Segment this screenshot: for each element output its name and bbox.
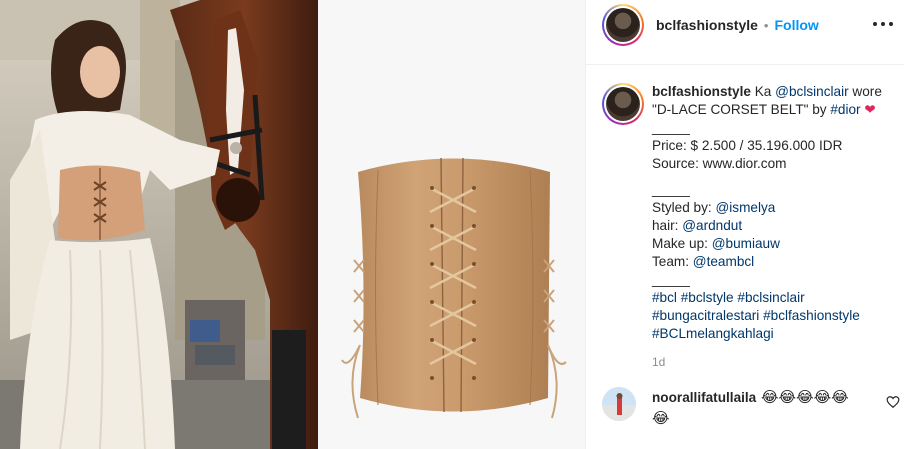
hashtags-line-2[interactable]: #bungacitralestari #bclfashionstyle bbox=[652, 307, 892, 325]
separator-1: _____ bbox=[652, 120, 690, 135]
price-text: Price: $ 2.500 / 35.196.000 IDR bbox=[652, 138, 843, 153]
photo-woman-with-horse bbox=[0, 0, 318, 449]
header-divider bbox=[586, 64, 904, 65]
caption: bclfashionstyle Ka @bclsinclair wore "D-… bbox=[602, 83, 892, 371]
avatar-inner bbox=[604, 6, 642, 44]
comment-text: noorallifatullaila 😂😂😂😂😂 😂 bbox=[652, 387, 892, 429]
team-line: Team: @teambcl bbox=[652, 253, 892, 271]
styled-by-label: Styled by: bbox=[652, 200, 716, 215]
comment: noorallifatullaila 😂😂😂😂😂 😂 bbox=[602, 387, 900, 429]
photo-corset-belt bbox=[318, 0, 585, 449]
post-header: bclfashionstyle • Follow bbox=[586, 0, 904, 50]
caption-line-1: bclfashionstyle Ka @bclsinclair wore bbox=[652, 83, 892, 101]
team-label: Team: bbox=[652, 254, 693, 269]
separator-2: _____ bbox=[652, 182, 690, 197]
source-text: Source: www.dior.com bbox=[652, 156, 787, 171]
laughing-emojis: 😂😂😂😂😂 bbox=[756, 388, 849, 406]
makeup-line: Make up: @bumiauw bbox=[652, 235, 892, 253]
avatar-inner bbox=[604, 85, 642, 123]
more-options-icon[interactable] bbox=[873, 16, 893, 32]
header-separator: • bbox=[763, 17, 769, 33]
caption-text: bclfashionstyle Ka @bclsinclair wore "D-… bbox=[652, 83, 892, 371]
mention-bclsinclair[interactable]: @bclsinclair bbox=[775, 84, 848, 99]
author-avatar[interactable] bbox=[602, 4, 644, 46]
caption-text-2: wore bbox=[848, 84, 882, 99]
hashtags-line-3[interactable]: #BCLmelangkahlagi bbox=[652, 325, 892, 343]
avatar-image bbox=[606, 8, 640, 42]
hashtag-dior[interactable]: #dior bbox=[830, 102, 860, 117]
makeup-label: Make up: bbox=[652, 236, 712, 251]
commenter-avatar[interactable] bbox=[602, 387, 636, 421]
caption-line-2: "D-LACE CORSET BELT" by #dior ❤ bbox=[652, 101, 892, 119]
post-sidebar: bclfashionstyle • Follow bclfashionstyle… bbox=[585, 0, 904, 449]
separator-3: _____ bbox=[652, 272, 690, 287]
author-username[interactable]: bclfashionstyle bbox=[656, 17, 758, 33]
follow-button[interactable]: Follow bbox=[774, 17, 818, 33]
product-name-text: "D-LACE CORSET BELT" by bbox=[652, 102, 831, 117]
hair-line: hair: @ardndut bbox=[652, 217, 892, 235]
post-media[interactable] bbox=[0, 0, 585, 449]
caption-username[interactable]: bclfashionstyle bbox=[652, 84, 751, 99]
styled-by-line: Styled by: @ismelya bbox=[652, 199, 892, 217]
mention-teambcl[interactable]: @teambcl bbox=[693, 254, 754, 269]
commenter-avatar-image bbox=[602, 387, 636, 421]
commenter-username[interactable]: noorallifatullaila bbox=[652, 390, 756, 405]
red-heart-emoji: ❤ bbox=[864, 102, 876, 117]
heart-outline-icon[interactable] bbox=[886, 395, 900, 409]
laughing-emoji: 😂 bbox=[652, 409, 670, 427]
hashtags-line-1[interactable]: #bcl #bclstyle #bclsinclair bbox=[652, 289, 892, 307]
avatar-image bbox=[606, 87, 640, 121]
hair-label: hair: bbox=[652, 218, 683, 233]
post-timestamp[interactable]: 1d bbox=[652, 353, 892, 371]
mention-ardndut[interactable]: @ardndut bbox=[682, 218, 742, 233]
caption-text-1: Ka bbox=[750, 84, 776, 99]
mention-bumiauw[interactable]: @bumiauw bbox=[712, 236, 780, 251]
mention-ismelya[interactable]: @ismelya bbox=[715, 200, 775, 215]
caption-author-avatar[interactable] bbox=[602, 83, 644, 125]
